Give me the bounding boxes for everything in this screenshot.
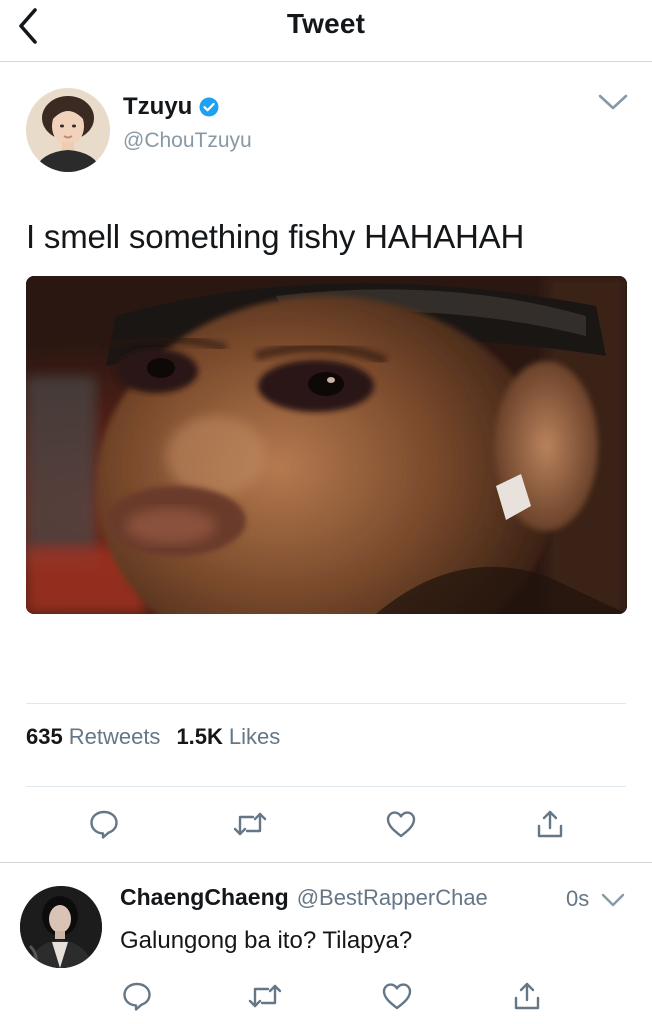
like-icon (386, 811, 416, 838)
tweet-stats: 635 Retweets 1.5K Likes (26, 724, 296, 750)
divider (26, 703, 626, 704)
tweet-options-button[interactable] (596, 88, 630, 116)
reply-header: ChaengChaeng @BestRapperChae (120, 884, 488, 911)
divider (26, 786, 626, 787)
chevron-down-icon (598, 94, 628, 110)
reply-icon (123, 982, 151, 1011)
likes-label[interactable]: Likes (229, 724, 280, 750)
retweet-button[interactable] (230, 804, 270, 844)
likes-count[interactable]: 1.5K (176, 724, 222, 750)
tweet-text: I smell something fishy HAHAHAH (26, 218, 525, 255)
share-icon (537, 810, 563, 838)
tweet-media-image[interactable] (26, 276, 627, 614)
retweet-icon (248, 984, 282, 1008)
reply-author-avatar[interactable] (20, 886, 102, 968)
reply-actions (0, 976, 652, 1016)
reply-author-name[interactable]: ChaengChaeng (120, 884, 289, 911)
reply-text: Galungong ba ito? Tilapya? (120, 927, 413, 954)
like-icon (382, 983, 412, 1010)
reply-retweet-button[interactable] (245, 976, 285, 1016)
retweet-icon (233, 812, 267, 836)
verified-badge-icon (199, 97, 219, 117)
author-avatar[interactable] (26, 88, 110, 172)
reply-author-handle[interactable]: @BestRapperChae (297, 885, 488, 911)
retweets-count[interactable]: 635 (26, 724, 63, 750)
reply-share-button[interactable] (507, 976, 547, 1016)
retweets-label[interactable]: Retweets (69, 724, 161, 750)
like-button[interactable] (381, 804, 421, 844)
nav-bar: Tweet (0, 0, 652, 62)
reply-button[interactable] (84, 804, 124, 844)
share-button[interactable] (530, 804, 570, 844)
reply-reply-button[interactable] (117, 976, 157, 1016)
author-name-text: Tzuyu (123, 93, 193, 120)
reply-timestamp: 0s (566, 886, 590, 911)
author-name[interactable]: Tzuyu (123, 93, 219, 121)
reply-options-button[interactable] (600, 889, 626, 911)
section-divider (0, 862, 652, 863)
chevron-down-icon (601, 893, 625, 907)
author-handle[interactable]: @ChouTzuyu (123, 129, 252, 153)
reply-like-button[interactable] (377, 976, 417, 1016)
reply-icon (90, 810, 118, 839)
tweet-actions (0, 804, 652, 844)
share-icon (514, 982, 540, 1010)
page-title: Tweet (286, 8, 366, 39)
